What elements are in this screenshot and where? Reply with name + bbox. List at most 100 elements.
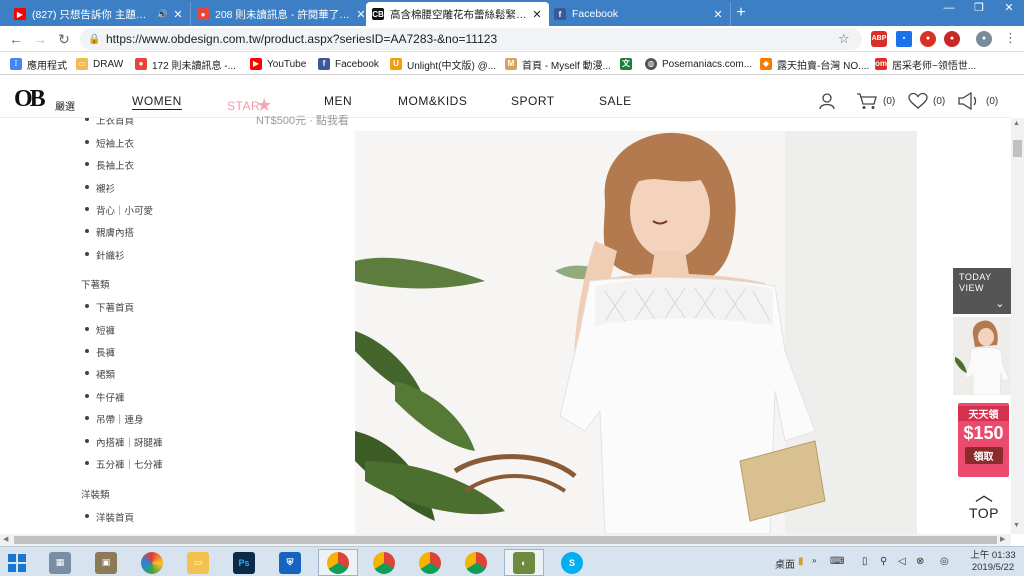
nav-women[interactable]: WOMEN xyxy=(132,94,182,110)
bookmark-facebook[interactable]: f Facebook xyxy=(318,57,379,71)
nav-mom-kids[interactable]: MOM&KIDS xyxy=(398,94,467,108)
tray-overflow-icon[interactable]: » xyxy=(812,556,816,565)
sidebar-item-pants[interactable]: 長褲 xyxy=(84,345,115,359)
sidebar-item-long-sleeve[interactable]: 長袖上衣 xyxy=(84,158,134,172)
cart-icon[interactable] xyxy=(856,92,878,110)
horizontal-scroll-thumb[interactable] xyxy=(14,536,997,544)
site-logo[interactable]: OB xyxy=(14,86,46,113)
taskbar-photoshop[interactable]: Ps xyxy=(224,549,264,576)
browser-tab-youtube[interactable]: ▶ (827) 只想告訴你 主題曲 き 🔊 ✕ xyxy=(8,2,191,26)
url-text[interactable]: https://www.obdesign.com.tw/product.aspx… xyxy=(106,32,838,46)
close-tab-icon[interactable]: ✕ xyxy=(531,8,543,21)
sidebar-category-dresses[interactable]: 洋裝類 xyxy=(81,487,110,501)
scroll-down-icon[interactable]: ▼ xyxy=(1013,522,1020,529)
bookmark-om[interactable]: om 居采老师~领悟世... xyxy=(875,57,976,72)
volume-icon[interactable]: ◁ xyxy=(898,556,906,567)
sidebar-item-shorts[interactable]: 短褲 xyxy=(84,323,115,337)
sidebar-item-cropped-pants[interactable]: 五分褲｜七分褲 xyxy=(85,457,163,471)
taskbar-chrome-4[interactable] xyxy=(456,549,496,576)
vertical-scroll-thumb[interactable] xyxy=(1013,140,1022,157)
network-icon[interactable]: ⚲ xyxy=(880,556,887,567)
promo-claim-button[interactable]: 領取 xyxy=(964,447,1003,464)
vertical-scrollbar[interactable]: ▲ ▼ xyxy=(1011,118,1024,534)
sidebar-item-vests[interactable]: 背心｜小可愛 xyxy=(84,203,153,217)
tray-folder-icon[interactable]: ▮ xyxy=(798,556,804,567)
browser-tab-messages[interactable]: ● 208 則未讀訊息 - 許閱華了ん(令 ✕ xyxy=(191,2,374,26)
new-tab-button[interactable]: + xyxy=(731,3,751,23)
close-tab-icon[interactable]: ✕ xyxy=(172,8,184,21)
sidebar-item-dresses-home[interactable]: 洋裝首頁 xyxy=(84,510,134,524)
close-window-button[interactable]: ✕ xyxy=(994,0,1024,18)
sidebar-item-shirts[interactable]: 襯衫 xyxy=(84,181,115,195)
back-arrow-icon[interactable]: ← xyxy=(7,30,25,48)
megaphone-icon[interactable] xyxy=(957,92,981,110)
notification-x-icon[interactable]: ⊗ xyxy=(916,556,924,567)
horizontal-scrollbar[interactable]: ◀ ▶ xyxy=(0,534,1011,546)
today-view-panel[interactable]: TODAY VIEW ⌄ xyxy=(953,268,1011,314)
chevron-down-icon[interactable]: ⌄ xyxy=(995,299,1005,310)
bookmark-posemaniacs[interactable]: ◍ Posemaniacs.com... xyxy=(645,57,752,71)
taskbar-security[interactable]: ⛨ xyxy=(270,549,310,576)
taskbar-chrome-1[interactable] xyxy=(318,549,358,576)
forward-arrow-icon[interactable]: → xyxy=(31,30,49,48)
sidebar-item-tops-home[interactable]: 上衣首頁 xyxy=(84,118,134,127)
bookmark-myself[interactable]: M 首頁 - Myself 動漫... xyxy=(505,57,611,72)
bookmark-draw[interactable]: ▭ DRAW xyxy=(76,57,123,71)
bookmark-ruten[interactable]: ◆ 露天拍賣-台灣 NO.... xyxy=(760,57,869,72)
restore-button[interactable]: ❐ xyxy=(964,0,994,18)
sidebar-item-innerwear[interactable]: 親膚內搭 xyxy=(84,225,134,239)
sidebar-category-bottoms[interactable]: 下著類 xyxy=(81,277,110,291)
recently-viewed-thumbnail[interactable] xyxy=(953,317,1011,395)
taskbar-game[interactable]: ◐ xyxy=(504,549,544,576)
taskbar-chrome-2[interactable] xyxy=(364,549,404,576)
nav-men[interactable]: MEN xyxy=(324,94,352,108)
browser-tab-facebook[interactable]: f Facebook ✕ xyxy=(548,2,731,26)
scroll-left-icon[interactable]: ◀ xyxy=(3,535,8,543)
browser-tab-obdesign[interactable]: CB 高含棉腰空雕花布蕾絲鬆緊一字 ✕ xyxy=(366,2,549,26)
minimize-button[interactable]: — xyxy=(934,0,964,18)
sidebar-item-jumpsuits[interactable]: 吊帶｜連身 xyxy=(85,412,144,426)
heart-icon[interactable] xyxy=(908,92,928,110)
close-tab-icon[interactable]: ✕ xyxy=(712,8,724,21)
scroll-up-icon[interactable]: ▲ xyxy=(1013,120,1020,127)
comment-extension-icon[interactable]: ▪ xyxy=(896,31,912,47)
bookmark-apps[interactable]: ⁞ 應用程式 xyxy=(10,57,67,72)
extension-badge-icon[interactable]: ● xyxy=(944,31,960,47)
site-logo-subtitle[interactable]: 嚴選 xyxy=(55,98,75,113)
taskbar-chrome-3[interactable] xyxy=(410,549,450,576)
sidebar-item-short-sleeve[interactable]: 短袖上衣 xyxy=(84,136,134,150)
nav-sport[interactable]: SPORT xyxy=(511,94,555,108)
daily-coupon-banner[interactable]: 天天領 $150 領取 xyxy=(958,403,1009,477)
red-extension-icon[interactable]: ● xyxy=(920,31,936,47)
bookmark-youtube[interactable]: ▶ YouTube xyxy=(250,57,306,71)
product-image[interactable] xyxy=(355,131,917,534)
sidebar-item-leggings[interactable]: 內搭褲｜訝腿褲 xyxy=(85,435,163,449)
taskbar-clock[interactable]: 上午 01:33 2019/5/22 xyxy=(964,550,1022,574)
sidebar-item-jeans[interactable]: 牛仔褲 xyxy=(85,390,125,404)
taskbar-file-explorer[interactable]: ▭ xyxy=(178,549,218,576)
adblock-icon[interactable]: ABP xyxy=(871,31,887,47)
bookmark-star-icon[interactable]: ☆ xyxy=(838,31,856,47)
bookmark-messages[interactable]: ● 172 則未讀訊息 -... xyxy=(135,57,236,72)
windows-start-icon[interactable] xyxy=(8,554,26,572)
lock-icon[interactable]: 🔒 xyxy=(88,34,100,45)
taskbar-color-app[interactable] xyxy=(132,549,172,576)
menu-dots-icon[interactable]: ⋮ xyxy=(1004,30,1017,46)
bookmark-unlight[interactable]: U Unlight(中文版) @... xyxy=(390,57,496,72)
taskbar-calculator[interactable]: ▦ xyxy=(40,549,80,576)
nav-sale[interactable]: SALE xyxy=(599,94,632,108)
bookmark-translate[interactable]: 文 xyxy=(620,57,637,71)
reload-icon[interactable]: ↻ xyxy=(55,30,73,48)
tray-settings-icon[interactable]: ◎ xyxy=(940,556,949,567)
sidebar-item-knit[interactable]: 針織衫 xyxy=(85,248,125,262)
tray-app-icon[interactable]: ▯ xyxy=(862,556,868,567)
sidebar-item-skirts[interactable]: 裙類 xyxy=(84,367,115,381)
back-to-top-button[interactable]: ︿ TOP xyxy=(958,485,1010,529)
scroll-right-icon[interactable]: ▶ xyxy=(1000,535,1005,543)
tray-desktop-label[interactable]: 桌面 xyxy=(775,556,795,571)
profile-avatar-icon[interactable]: ● xyxy=(976,31,992,47)
account-icon[interactable] xyxy=(818,92,836,110)
taskbar-image-viewer[interactable]: ▣ xyxy=(86,549,126,576)
keyboard-icon[interactable]: ⌨ xyxy=(830,556,844,567)
sidebar-item-bottoms-home[interactable]: 下著首頁 xyxy=(84,300,134,314)
